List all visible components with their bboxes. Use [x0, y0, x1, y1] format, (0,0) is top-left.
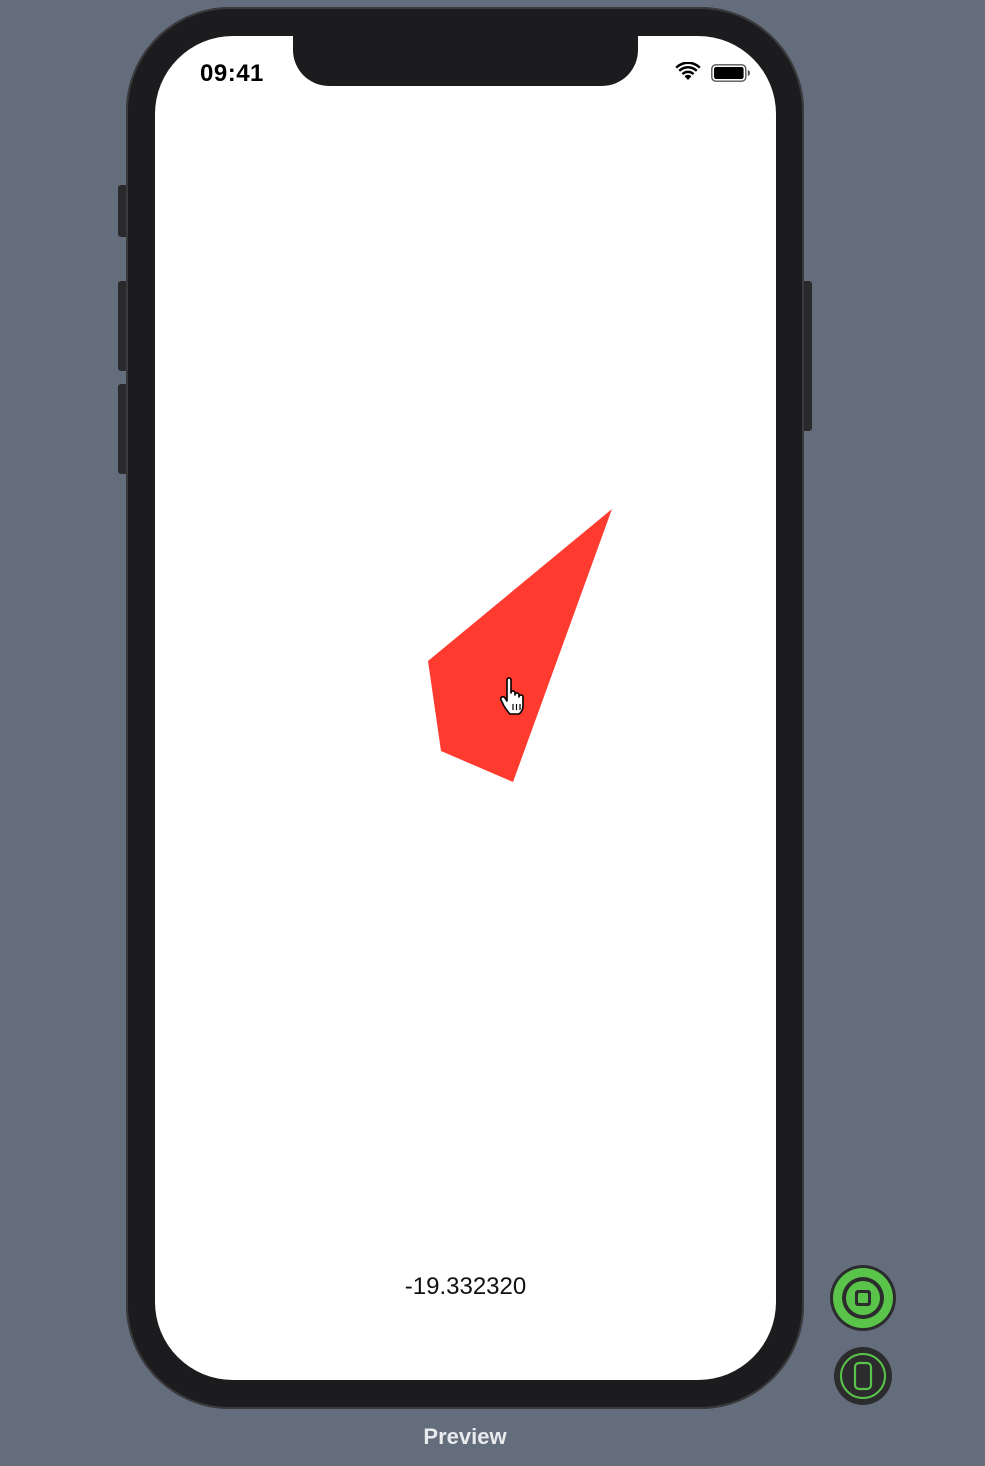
pointing-hand-cursor-icon	[499, 677, 524, 715]
live-preview-button[interactable]	[829, 1264, 897, 1332]
angle-readout: -19.332320	[404, 1273, 527, 1300]
rotating-shape-canvas	[428, 509, 612, 782]
device-screen: 09:41 -19.332320	[155, 36, 776, 1380]
rotating-red-shape[interactable]	[428, 509, 612, 782]
preview-label: Preview	[423, 1424, 507, 1449]
device-preview-button[interactable]	[833, 1346, 893, 1406]
